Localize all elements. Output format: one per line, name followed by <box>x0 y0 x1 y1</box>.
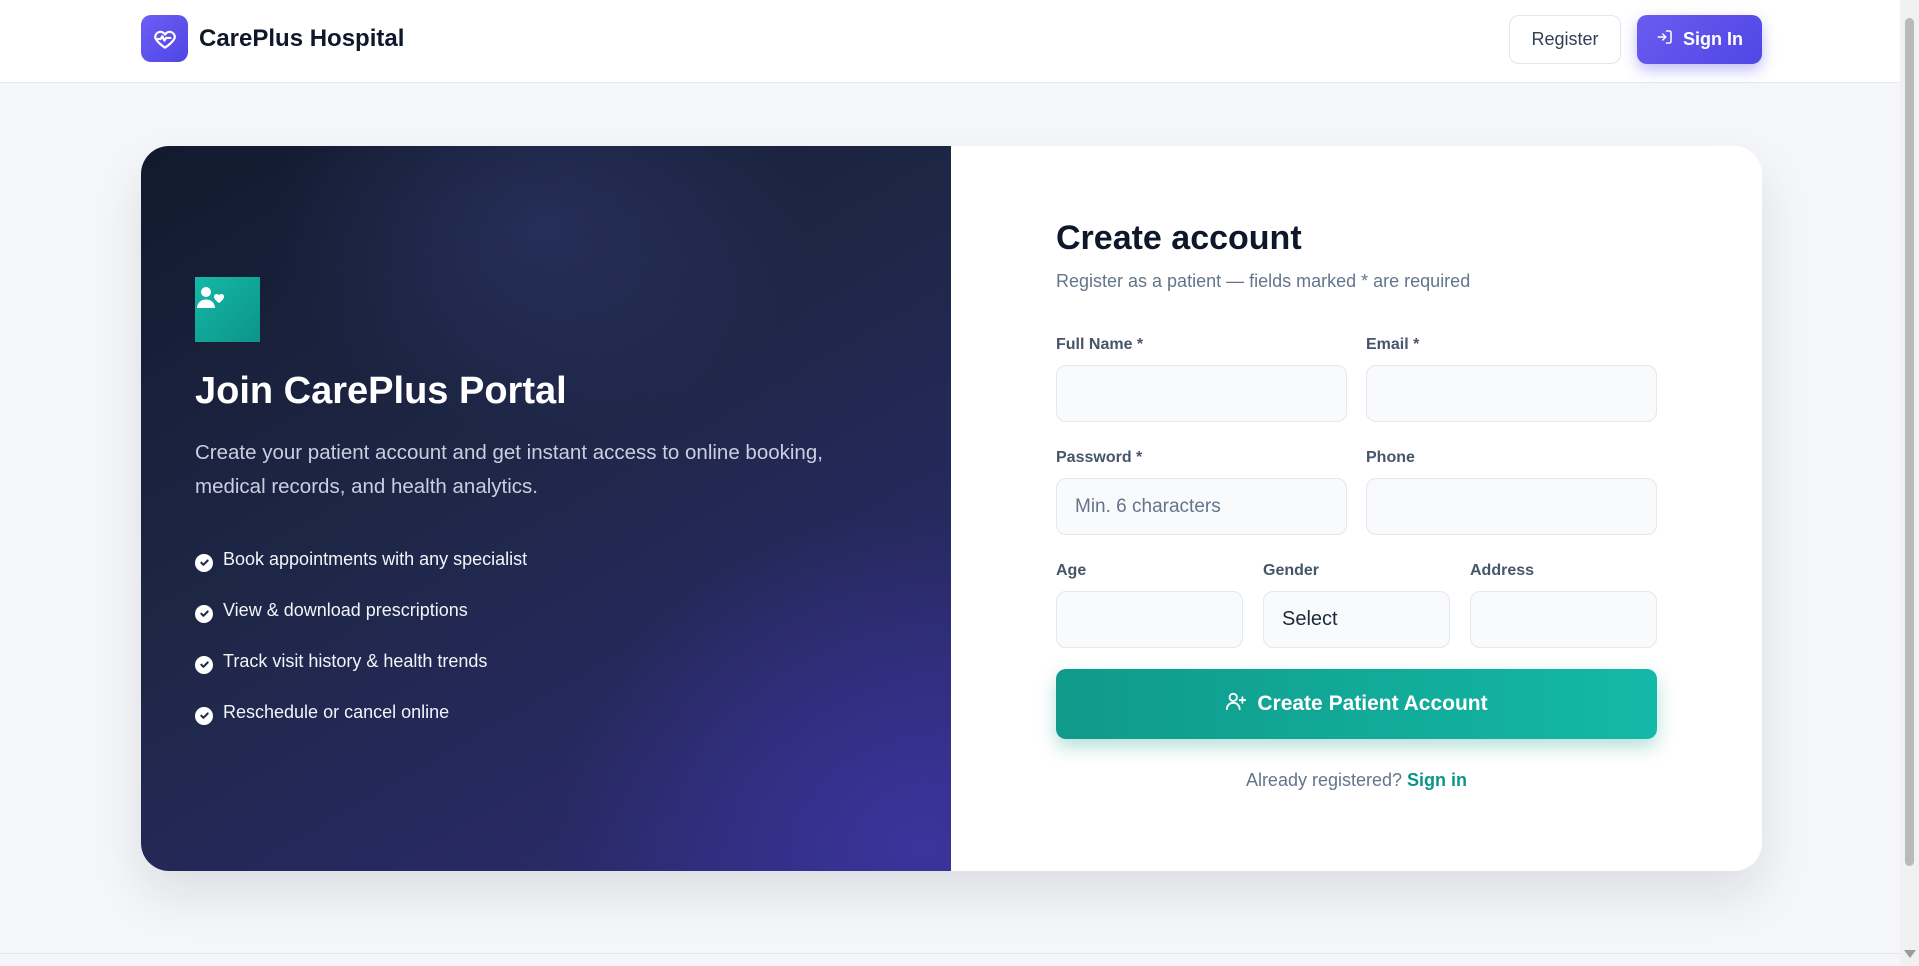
vertical-scrollbar[interactable] <box>1900 0 1919 966</box>
register-card: Join CarePlus Portal Create your patient… <box>141 146 1762 871</box>
sign-in-button[interactable]: Sign In <box>1637 15 1762 64</box>
age-input[interactable] <box>1056 591 1243 648</box>
email-label: Email * <box>1366 336 1420 353</box>
full-name-input[interactable] <box>1056 365 1347 422</box>
already-registered: Already registered? Sign in <box>951 770 1762 791</box>
check-circle-icon <box>195 655 213 674</box>
password-input[interactable] <box>1056 478 1347 535</box>
feature-text: View & download prescriptions <box>223 600 468 620</box>
gender-select[interactable]: Select <box>1263 591 1450 648</box>
feature-item: View & download prescriptions <box>195 585 527 636</box>
check-circle-icon <box>195 706 213 725</box>
scroll-down-arrow-icon[interactable] <box>1904 950 1916 958</box>
gender-label: Gender <box>1263 562 1320 579</box>
feature-list: Book appointments with any specialist Vi… <box>195 534 527 738</box>
check-circle-icon <box>195 553 213 572</box>
feature-item: Track visit history & health trends <box>195 636 527 687</box>
login-icon <box>1656 28 1674 51</box>
page-divider <box>0 953 1900 954</box>
heart-pulse-icon <box>141 15 188 62</box>
register-form-panel: Create account Register as a patient — f… <box>951 146 1762 871</box>
gender-selected-value: Select <box>1282 608 1338 630</box>
feature-item: Book appointments with any specialist <box>195 534 527 585</box>
brand[interactable]: CarePlus Hospital <box>141 15 404 62</box>
create-account-button[interactable]: Create Patient Account <box>1056 669 1657 739</box>
register-button[interactable]: Register <box>1509 15 1621 64</box>
user-plus-icon <box>1225 690 1247 718</box>
password-label: Password * <box>1056 449 1143 466</box>
top-header: CarePlus Hospital Register Sign In <box>0 0 1900 83</box>
phone-input[interactable] <box>1366 478 1657 535</box>
scrollbar-thumb[interactable] <box>1905 18 1914 866</box>
form-subtitle: Register as a patient — fields marked * … <box>1056 271 1471 291</box>
sign-in-link[interactable]: Sign in <box>1407 770 1467 790</box>
address-label: Address <box>1470 562 1535 579</box>
brand-name: CarePlus Hospital <box>199 24 405 52</box>
address-input[interactable] <box>1470 591 1657 648</box>
create-account-label: Create Patient Account <box>1257 692 1488 715</box>
full-name-label: Full Name * <box>1056 336 1144 353</box>
feature-text: Book appointments with any specialist <box>223 549 528 569</box>
already-registered-text: Already registered? <box>1245 770 1403 790</box>
check-circle-icon <box>195 604 213 623</box>
form-title: Create account <box>1056 219 1302 257</box>
feature-text: Track visit history & health trends <box>223 651 488 671</box>
email-input[interactable] <box>1366 365 1657 422</box>
age-label: Age <box>1056 562 1087 579</box>
user-heart-icon <box>195 277 260 342</box>
phone-label: Phone <box>1366 449 1415 466</box>
hero-title: Join CarePlus Portal <box>195 370 567 412</box>
sign-in-label: Sign In <box>1683 29 1743 49</box>
hero-description: Create your patient account and get inst… <box>195 441 823 498</box>
feature-item: Reschedule or cancel online <box>195 687 527 738</box>
feature-text: Reschedule or cancel online <box>223 702 450 722</box>
hero-panel: Join CarePlus Portal Create your patient… <box>141 146 951 871</box>
